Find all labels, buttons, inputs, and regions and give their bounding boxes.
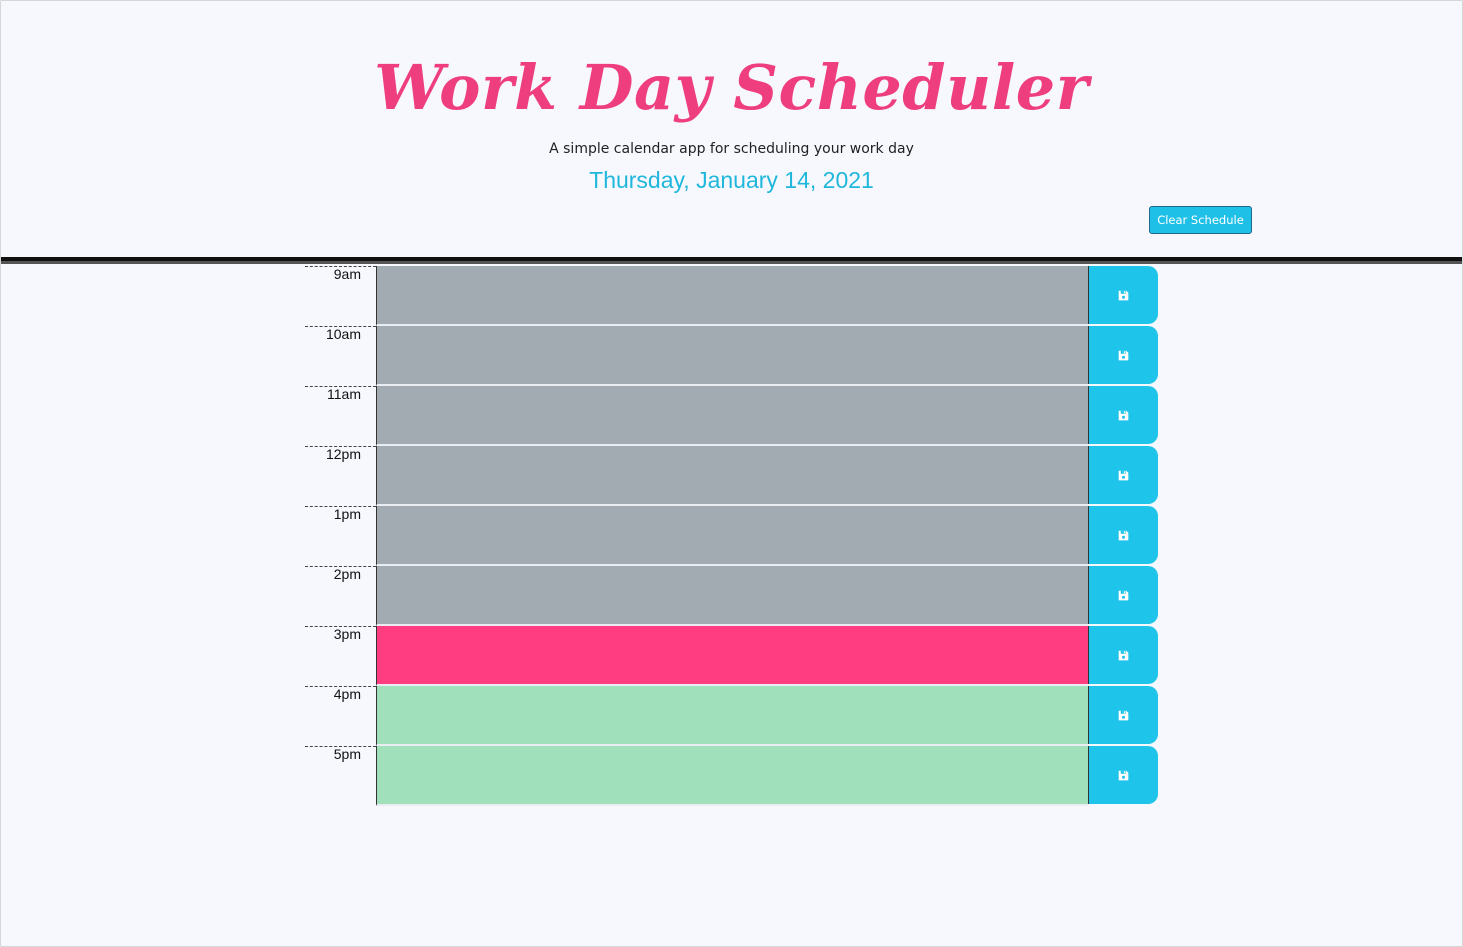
save-button[interactable] [1088,506,1158,564]
event-description-input[interactable] [376,266,1088,326]
hour-label-text: 2pm [333,566,361,582]
hour-label: 3pm [305,626,376,686]
save-button[interactable] [1088,566,1158,624]
hour-label: 10am [305,326,376,386]
hour-label-text: 10am [325,326,361,342]
hour-label-text: 5pm [333,746,361,762]
page-subtitle: A simple calendar app for scheduling you… [549,141,914,157]
floppy-disk-icon [1118,410,1129,420]
time-block-3pm: 3pm [305,626,1165,686]
floppy-disk-icon [1118,530,1129,540]
save-button[interactable] [1088,746,1158,804]
event-description-input[interactable] [376,446,1088,506]
hour-label-text: 1pm [333,506,361,522]
event-description-input[interactable] [376,566,1088,626]
hour-label-text: 3pm [333,626,361,642]
floppy-disk-icon [1118,290,1129,300]
time-block-11am: 11am [305,386,1165,446]
event-description-input[interactable] [376,626,1088,686]
floppy-disk-icon [1118,590,1129,600]
time-block-4pm: 4pm [305,686,1165,746]
time-block-10am: 10am [305,326,1165,386]
hour-label: 11am [305,386,376,446]
event-description-input[interactable] [376,746,1088,806]
current-day: Thursday, January 14, 2021 [589,167,874,193]
floppy-disk-icon [1118,710,1129,720]
save-button[interactable] [1088,626,1158,684]
time-block-1pm: 1pm [305,506,1165,566]
app-window: Work Day Scheduler A simple calendar app… [0,0,1463,947]
time-block-9am: 9am [305,266,1165,326]
floppy-disk-icon [1118,350,1129,360]
time-block-12pm: 12pm [305,446,1165,506]
hour-label-text: 11am [327,386,361,402]
clear-schedule-button[interactable]: Clear Schedule [1149,206,1252,234]
floppy-disk-icon [1118,650,1129,660]
hour-label: 5pm [305,746,376,806]
time-block-5pm: 5pm [305,746,1165,806]
event-description-input[interactable] [376,686,1088,746]
save-button[interactable] [1088,686,1158,744]
save-button[interactable] [1088,386,1158,444]
hour-label-text: 4pm [333,686,361,702]
hour-label: 12pm [305,446,376,506]
hour-label-text: 12pm [325,446,361,462]
floppy-disk-icon [1118,470,1129,480]
event-description-input[interactable] [376,506,1088,566]
floppy-disk-icon [1118,770,1129,780]
page-title: Work Day Scheduler [374,51,1089,124]
schedule: 9am 10am 11am 12pm 1pm 2pm 3pm 4pm 5pm [305,266,1165,806]
event-description-input[interactable] [376,386,1088,446]
save-button[interactable] [1088,326,1158,384]
event-description-input[interactable] [376,326,1088,386]
hour-label: 9am [305,266,376,326]
hour-label-text: 9am [333,266,361,282]
save-button[interactable] [1088,446,1158,504]
hour-label: 2pm [305,566,376,626]
hour-label: 1pm [305,506,376,566]
time-block-2pm: 2pm [305,566,1165,626]
hour-label: 4pm [305,686,376,746]
save-button[interactable] [1088,266,1158,324]
header: Work Day Scheduler A simple calendar app… [1,1,1462,261]
